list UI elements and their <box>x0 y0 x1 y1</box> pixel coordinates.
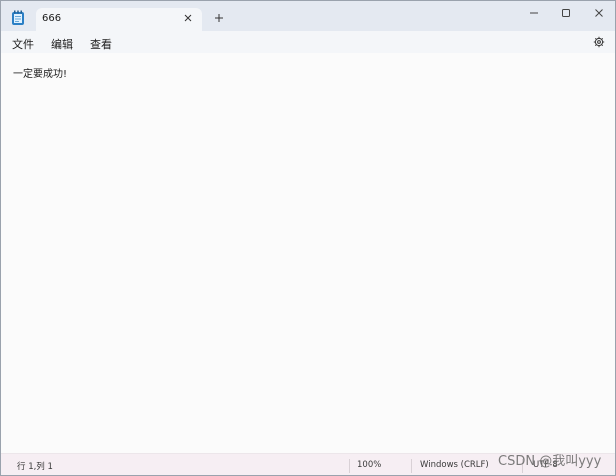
title-bar[interactable]: 666 <box>1 1 615 31</box>
maximize-icon[interactable] <box>560 7 572 19</box>
notepad-icon <box>12 10 24 25</box>
menu-file[interactable]: 文件 <box>12 36 34 52</box>
menu-bar: 文件 编辑 查看 <box>1 31 615 53</box>
new-tab-icon[interactable] <box>213 12 225 24</box>
notepad-window: 666 文件 编辑 查看 一定要成功! 行 1,列 1 100% Windows… <box>0 0 616 476</box>
line-ending[interactable]: Windows (CRLF) <box>420 460 489 470</box>
gear-icon[interactable] <box>593 36 605 48</box>
csdn-watermark: CSDN @我叫yyy <box>498 454 602 469</box>
tab-document[interactable]: 666 <box>36 8 202 31</box>
minimize-icon[interactable] <box>528 7 540 19</box>
close-window-icon[interactable] <box>593 7 605 19</box>
zoom-level[interactable]: 100% <box>357 460 381 470</box>
status-divider <box>349 459 350 473</box>
cursor-position: 行 1,列 1 <box>17 462 53 472</box>
status-divider <box>411 459 412 473</box>
menu-view[interactable]: 查看 <box>90 36 112 52</box>
close-tab-icon[interactable] <box>182 12 194 24</box>
menu-edit[interactable]: 编辑 <box>51 36 73 52</box>
tab-title: 666 <box>42 13 62 24</box>
editor-content[interactable]: 一定要成功! <box>13 65 67 80</box>
text-editor[interactable]: 一定要成功! <box>1 53 615 453</box>
